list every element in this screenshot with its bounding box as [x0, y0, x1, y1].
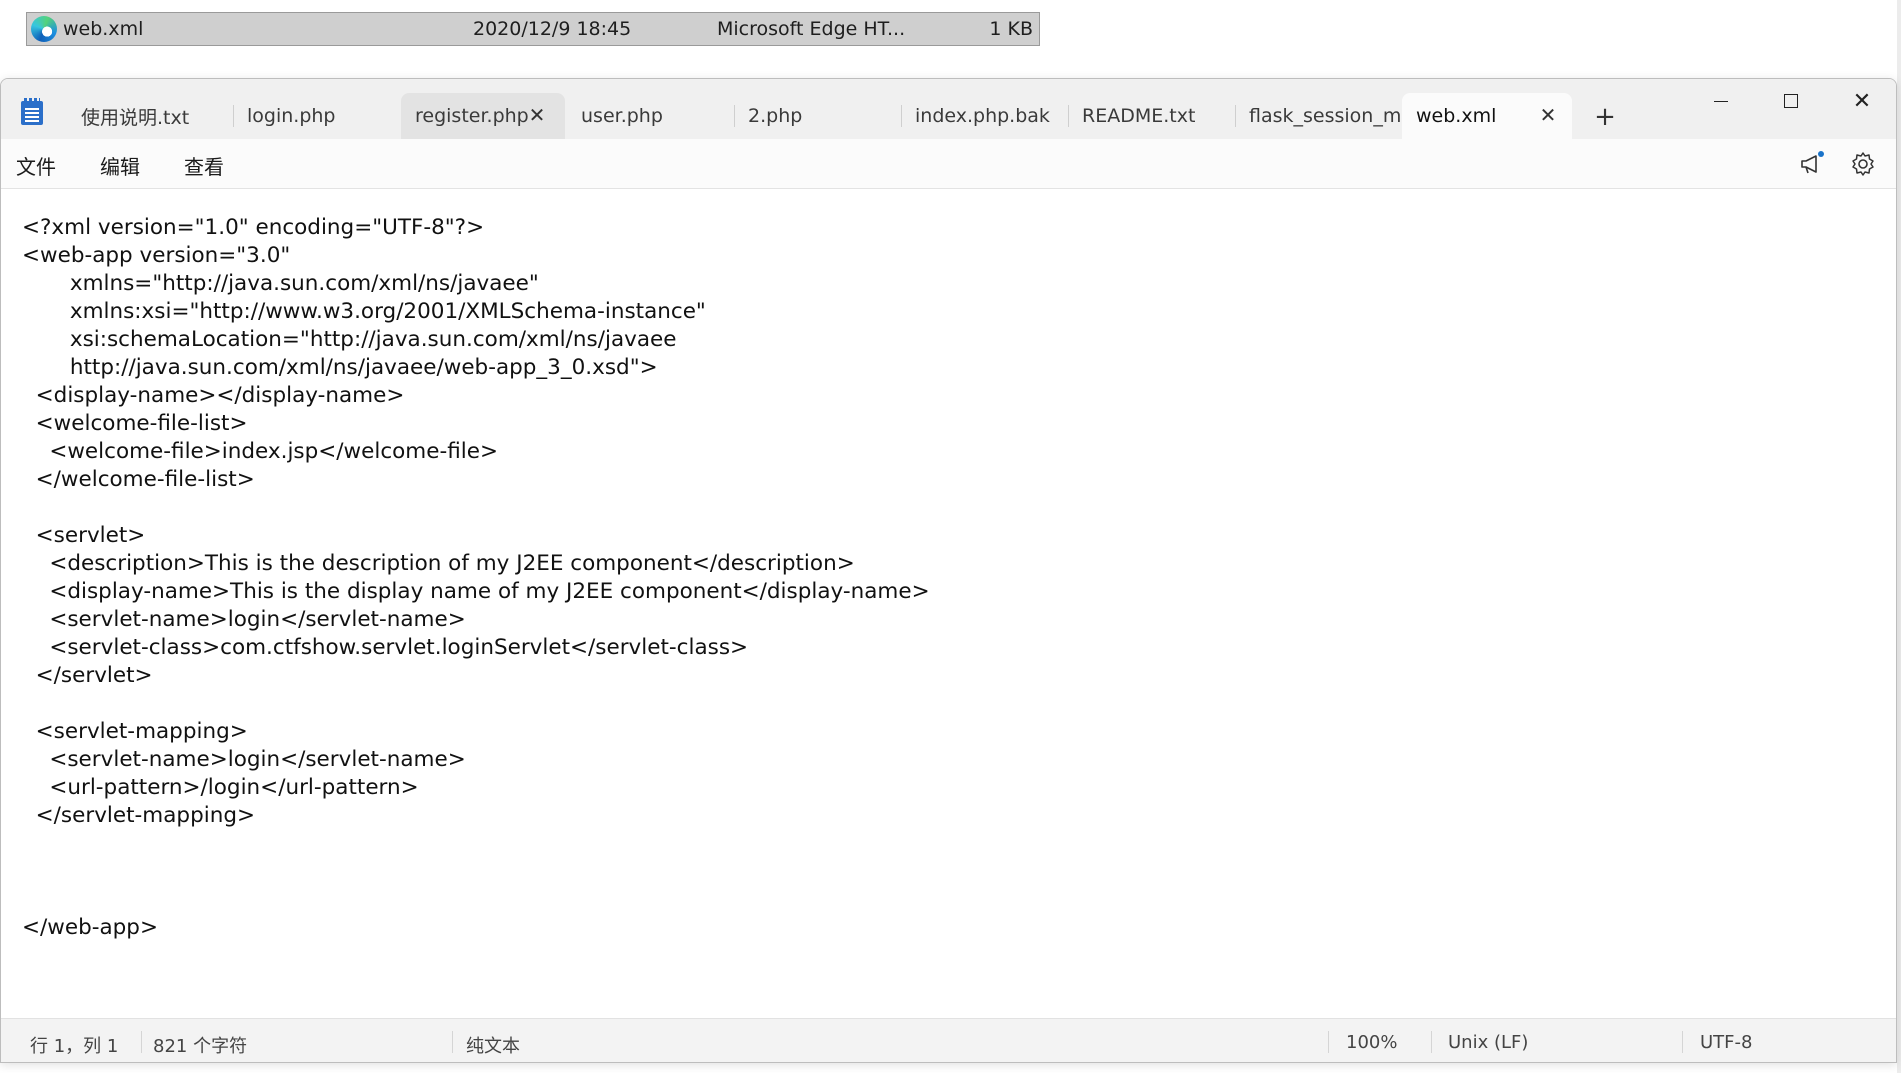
explorer-file-type: Microsoft Edge HT... [717, 18, 906, 40]
tab-user-php[interactable]: user.php [567, 93, 733, 139]
status-cursor-position[interactable]: 行 1，列 1 [30, 1032, 118, 1058]
explorer-file-date: 2020/12/9 18:45 [473, 18, 632, 40]
menu-view[interactable]: 查看 [184, 151, 224, 180]
megaphone-icon[interactable] [1796, 149, 1826, 179]
tab-label: user.php [581, 105, 663, 127]
tab-index-php-bak[interactable]: index.php.bak [901, 93, 1067, 139]
menu-bar: 文件 编辑 查看 [1, 139, 1896, 189]
status-encoding[interactable]: UTF-8 [1700, 1032, 1752, 1053]
minimize-button[interactable] [1686, 79, 1756, 123]
tab-2-php[interactable]: 2.php [734, 93, 900, 139]
tab-label: index.php.bak [915, 105, 1050, 127]
status-line-ending[interactable]: Unix (LF) [1448, 1032, 1528, 1053]
desktop-edge [1897, 0, 1901, 1073]
status-bar: 行 1，列 1 821 个字符 纯文本 100% Unix (LF) UTF-8 [1, 1018, 1896, 1062]
tab-web-xml[interactable]: web.xml ✕ [1402, 93, 1572, 139]
status-divider [1328, 1031, 1329, 1053]
text-editor[interactable]: <?xml version="1.0" encoding="UTF-8"?> <… [1, 190, 1896, 1018]
explorer-file-row[interactable]: web.xml 2020/12/9 18:45 Microsoft Edge H… [26, 12, 1040, 46]
close-window-button[interactable]: ✕ [1827, 79, 1896, 123]
new-tab-button[interactable]: + [1591, 97, 1619, 137]
status-zoom[interactable]: 100% [1346, 1032, 1397, 1053]
notepad-icon [21, 98, 43, 125]
status-divider [1431, 1031, 1432, 1053]
maximize-icon [1784, 94, 1798, 108]
title-bar[interactable]: 使用说明.txt login.php register.php ✕ user.p… [1, 79, 1896, 139]
tab-label: flask_session_manager.py [1249, 105, 1401, 127]
edge-icon [31, 16, 57, 42]
maximize-button[interactable] [1756, 79, 1826, 123]
status-char-count: 821 个字符 [153, 1036, 248, 1057]
tab-label: 使用说明.txt [81, 106, 190, 129]
menu-edit[interactable]: 编辑 [100, 151, 140, 180]
tab-login-php[interactable]: login.php [233, 93, 399, 139]
tab-register-php[interactable]: register.php ✕ [401, 93, 565, 139]
status-divider [452, 1031, 453, 1053]
tab-label: login.php [247, 105, 336, 127]
close-icon[interactable]: ✕ [1536, 103, 1560, 127]
minimize-icon [1714, 100, 1728, 102]
explorer-file-size: 1 KB [989, 18, 1033, 40]
tab-usage-txt[interactable]: 使用说明.txt [67, 93, 231, 139]
tab-label: web.xml [1416, 105, 1497, 127]
close-icon[interactable]: ✕ [525, 103, 549, 127]
tab-label: README.txt [1082, 105, 1196, 127]
notepad-window: 使用说明.txt login.php register.php ✕ user.p… [0, 78, 1897, 1063]
tab-readme-txt[interactable]: README.txt [1068, 93, 1234, 139]
close-icon: ✕ [1852, 88, 1872, 114]
menu-file[interactable]: 文件 [16, 151, 56, 180]
gear-icon[interactable] [1848, 149, 1878, 179]
status-format: 纯文本 [466, 1036, 520, 1057]
tab-flask-session-manager[interactable]: flask_session_manager.py [1235, 93, 1401, 139]
tab-label: register.php [415, 105, 529, 127]
tab-label: 2.php [748, 105, 803, 127]
status-divider [141, 1031, 142, 1053]
explorer-file-name: web.xml [63, 18, 144, 40]
editor-content[interactable]: <?xml version="1.0" encoding="UTF-8"?> <… [22, 214, 930, 942]
status-divider [1682, 1031, 1683, 1053]
